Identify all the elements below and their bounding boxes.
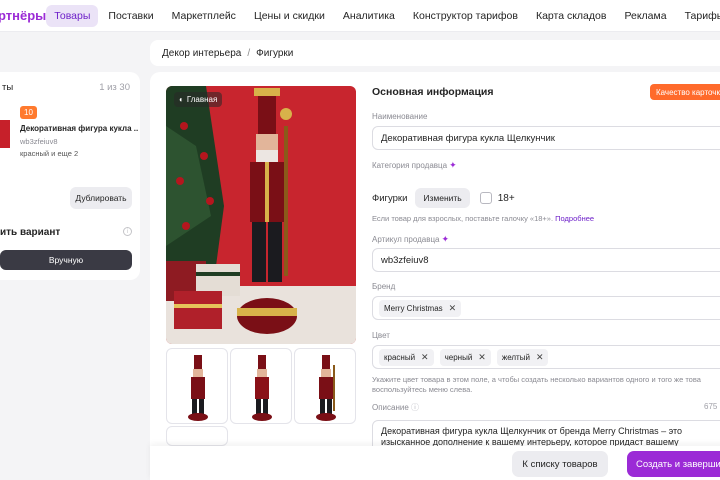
sparkle-icon: ✦ [449,160,457,170]
section-title: Основная информация [372,86,494,98]
variants-panel: ты 1 из 30 10 Декоративная фигура кукла … [0,72,140,280]
photo-thumbnail[interactable] [166,426,228,446]
breadcrumb-current: Фигурки [256,47,294,59]
panel-title: ты [2,82,14,93]
brand-input[interactable]: Merry Christmas ✕ [372,296,720,320]
category-label: Категория продавца ✦ [372,160,457,171]
product-card-editor: ◐ Главная Основная информация Качество к… [150,72,720,480]
chip-label: черный [444,352,473,362]
logo[interactable]: ртнёры [0,8,46,23]
color-label: Цвет [372,331,390,340]
name-input[interactable]: Декоративная фигура кукла Щелкунчик [372,126,720,150]
color-hint-line2: воспользуйтесь меню слева. [372,385,473,394]
category-value: Фигурки [372,192,408,204]
nav-prices[interactable]: Цены и скидки [246,5,333,27]
adult-checkbox[interactable] [479,192,492,204]
remove-chip-icon[interactable]: ✕ [478,352,486,363]
remove-chip-icon[interactable]: ✕ [449,303,457,314]
adult-hint-text: Если товар для взрослых, поставьте галоч… [372,214,554,223]
main-photo-label: Главная [186,95,218,104]
photo-icon: ◐ [179,95,184,104]
photo-thumbnail[interactable] [294,348,356,424]
breadcrumb-parent[interactable]: Декор интерьера [162,48,241,59]
nav-marketplace[interactable]: Маркетплейс [164,5,244,27]
nutcracker-image [166,86,356,344]
brand-label: Бренд [372,282,396,291]
info-icon[interactable]: i [123,227,132,236]
article-input[interactable]: wb3zfeiuv8 [372,248,720,272]
variant-sku: wb3zfeiuv8 [20,137,58,146]
name-label: Наименование [372,112,428,121]
photo-thumbnail[interactable] [166,348,228,424]
variant-colors: красный и еще 2 [20,149,79,158]
description-label: Описание ⓘ [372,402,419,413]
add-variant-label: ить вариант [0,227,61,238]
remove-chip-icon[interactable]: ✕ [421,352,429,363]
brand-chip: Merry Christmas ✕ [379,299,462,317]
change-category-button[interactable]: Изменить [415,188,470,208]
nav-warehouse-map[interactable]: Карта складов [528,5,615,27]
quality-badge: 10 [20,106,37,119]
adult-hint: Если товар для взрослых, поставьте галоч… [372,214,594,224]
nav-analytics[interactable]: Аналитика [335,5,403,27]
description-label-text: Описание [372,403,409,412]
photo-thumbnail[interactable] [230,348,292,424]
manual-button[interactable]: Вручную [0,250,132,270]
variant-thumbnail [0,120,10,148]
color-chip: желтый ✕ [496,348,549,366]
info-icon[interactable]: ⓘ [411,403,419,412]
chip-label: Merry Christmas [384,303,443,313]
breadcrumb-separator: / [247,47,251,59]
main-photo-badge: ◐ Главная [174,92,223,107]
duplicate-button[interactable]: Дублировать [70,187,132,209]
adult-label: 18+ [497,192,515,204]
category-label-text: Категория продавца [372,161,448,170]
nav-tariffs[interactable]: Тарифы [677,5,720,27]
nav-products[interactable]: Товары [46,4,99,27]
variant-counter: 1 из 30 [99,82,130,93]
nav-supplies[interactable]: Поставки [100,5,161,27]
top-nav: ртнёры Товары Поставки Маркетплейс Цены … [0,0,720,32]
chip-label: желтый [501,352,530,362]
color-input[interactable]: красный ✕ черный ✕ желтый ✕ [372,345,720,369]
more-link[interactable]: Подробнее [555,214,594,223]
main-photo[interactable]: ◐ Главная [166,86,356,344]
article-label-text: Артикул продавца [372,235,440,244]
sparkle-icon: ✦ [441,234,450,244]
color-chip: черный ✕ [439,348,491,366]
action-bar: К списку товаров Создать и заверши [150,446,720,480]
nav-ads[interactable]: Реклама [616,5,674,27]
color-chip: красный ✕ [379,348,434,366]
add-variant-header: ить вариант i [0,227,132,238]
back-to-list-button[interactable]: К списку товаров [512,451,608,477]
description-counter: 675 [704,402,718,411]
nav-tariff-builder[interactable]: Конструктор тарифов [405,5,526,27]
article-label: Артикул продавца ✦ [372,234,449,245]
breadcrumb: Декор интерьера / Фигурки [150,40,720,66]
category-row: Фигурки Изменить 18+ [372,188,515,208]
chip-label: красный [384,352,416,362]
variant-name: Декоративная фигура кукла ... [20,124,138,133]
color-hint-line1: Укажите цвет товара в этом поле, а чтобы… [372,375,701,384]
quality-button[interactable]: Качество карточки [650,84,720,100]
variant-card[interactable]: 10 Декоративная фигура кукла ... wb3zfei… [0,104,138,160]
remove-chip-icon[interactable]: ✕ [536,352,544,363]
create-button[interactable]: Создать и заверши [627,451,720,477]
